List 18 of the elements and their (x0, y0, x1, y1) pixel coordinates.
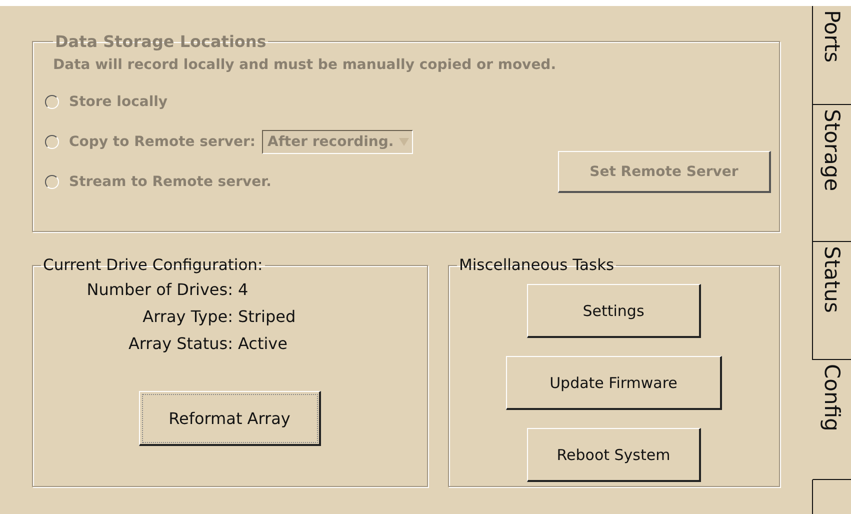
field-label: Number of Drives: (86, 280, 233, 299)
panel-title: Current Drive Configuration: (42, 256, 264, 274)
field-value: Striped (238, 307, 297, 326)
task-button[interactable]: Settings (527, 284, 701, 338)
field-label: Array Status: (127, 334, 233, 353)
caret-icon (398, 137, 410, 147)
task-button[interactable]: Update Firmware (506, 356, 722, 410)
info-text: Data will record locally and must be manually copied or moved. (52, 57, 558, 73)
side-tab[interactable]: Config (812, 360, 851, 480)
panel-title: Miscellaneous Tasks (458, 256, 616, 274)
field-value: Active (238, 334, 288, 353)
field-label: Array Type: (142, 307, 233, 326)
task-button[interactable]: Reboot System (527, 428, 701, 482)
side-tab[interactable]: Ports (812, 6, 851, 105)
side-tab[interactable]: Status (812, 242, 851, 360)
side-tab[interactable]: Storage (812, 105, 851, 242)
field-value: 4 (238, 280, 250, 299)
reformat-array-button[interactable]: Reformat Array (139, 391, 321, 446)
